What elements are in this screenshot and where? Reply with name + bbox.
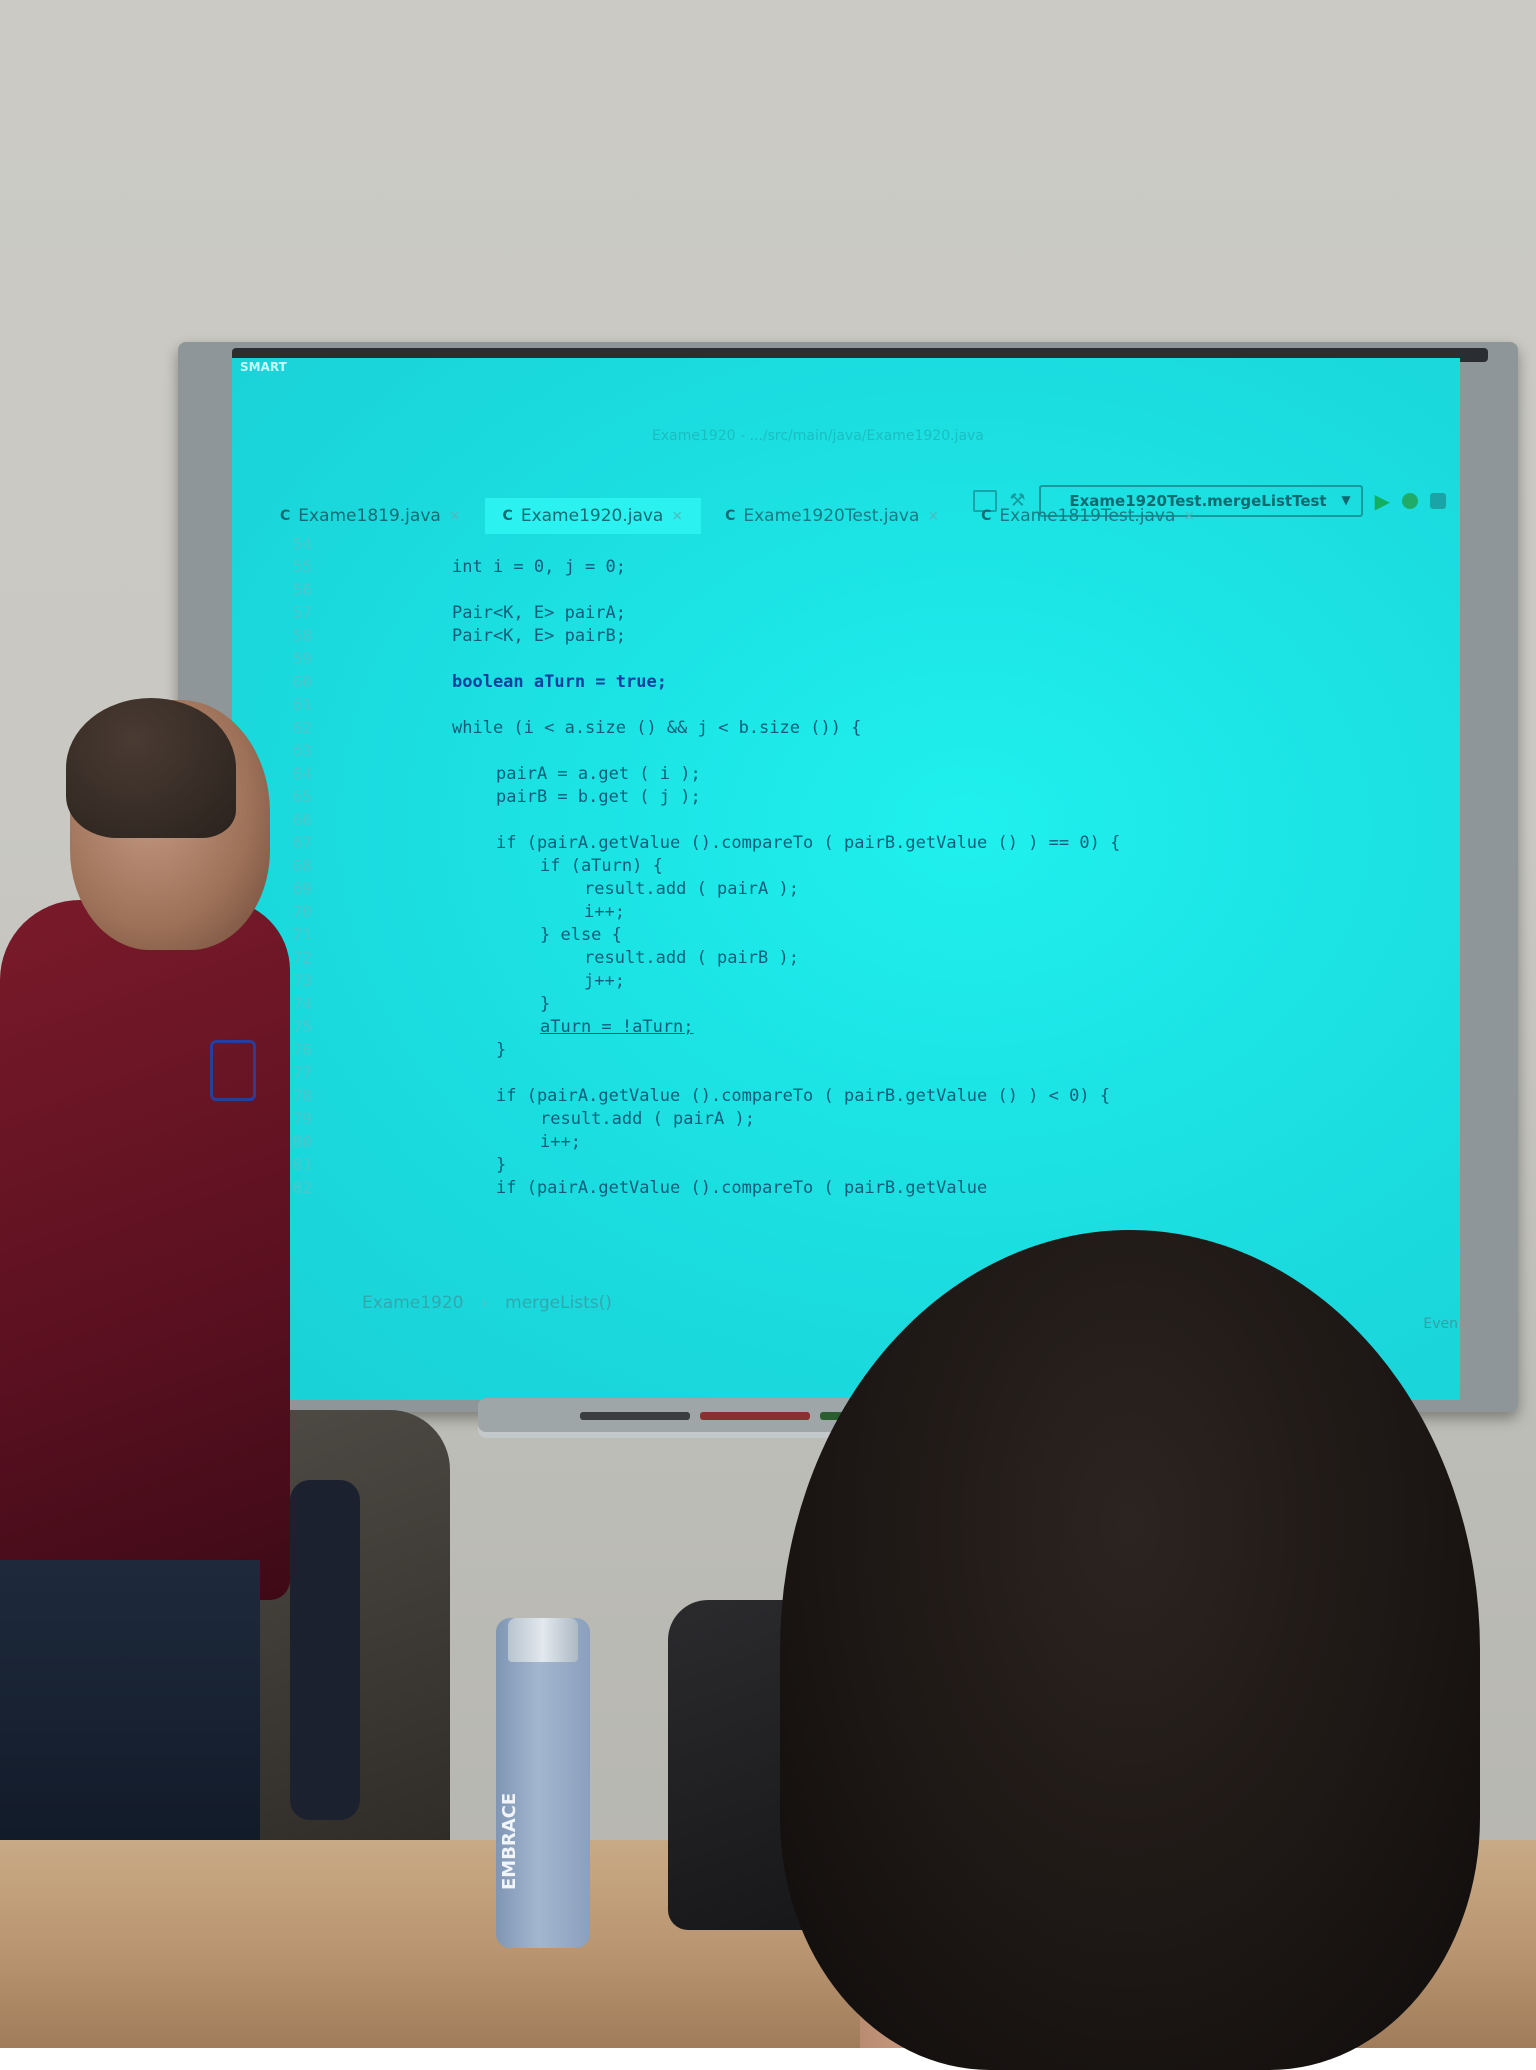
debug-icon[interactable] <box>1402 493 1418 509</box>
breadcrumb: Exame1920 › mergeLists() <box>362 1293 612 1313</box>
class-icon: C <box>280 508 291 524</box>
teacher-sweater <box>0 900 290 1600</box>
event-log-label: Even <box>1423 1316 1458 1332</box>
code-line: Pair<K, E> pairA; <box>452 603 626 623</box>
water-bottle <box>496 1618 590 1948</box>
class-icon: C <box>502 508 513 524</box>
code-line: } <box>496 1040 507 1060</box>
coverage-icon[interactable] <box>1430 493 1446 509</box>
line-number: 55 <box>292 557 312 576</box>
line-number: 60 <box>292 672 312 691</box>
code-line: result.add ( pairB ); <box>584 948 799 968</box>
breadcrumb-method[interactable]: mergeLists() <box>505 1293 612 1313</box>
code-line: result.add ( pairA ); <box>584 879 799 899</box>
line-number: 63 <box>292 741 312 760</box>
chair-back <box>290 1480 360 1820</box>
code-line: } else { <box>540 925 622 945</box>
code-line: boolean aTurn = true; <box>452 672 667 692</box>
code-line: } <box>496 1155 507 1175</box>
line-number: 67 <box>292 833 312 852</box>
code-line: if (pairA.getValue ().compareTo ( pairB.… <box>496 1086 1111 1106</box>
line-number: 54 <box>292 534 312 553</box>
line-number: 65 <box>292 787 312 806</box>
tab-exame1819test[interactable]: C Exame1819Test.java × <box>963 498 1213 534</box>
chevron-down-icon: ▼ <box>1341 493 1351 507</box>
code-line: while (i < a.size () && j < b.size ()) { <box>452 718 862 738</box>
tab-label: Exame1920.java <box>520 506 664 526</box>
whiteboard-brand: SMART <box>240 360 287 374</box>
line-number: 70 <box>292 902 312 921</box>
tab-label: Exame1819.java <box>298 506 441 526</box>
tab-exame1920test[interactable]: C Exame1920Test.java × <box>707 498 957 534</box>
tab-exame1819[interactable]: C Exame1819.java × <box>262 498 479 534</box>
code-editor[interactable]: int i = 0, j = 0; Pair<K, E> pairA; Pair… <box>452 534 1432 1294</box>
close-icon[interactable]: × <box>671 508 683 524</box>
code-line: Pair<K, E> pairB; <box>452 626 626 646</box>
event-log-button[interactable]: Even <box>1423 1316 1458 1332</box>
marker-pen <box>700 1412 810 1420</box>
line-number: 61 <box>292 695 312 714</box>
ide-title: Exame1920 - .../src/main/java/Exame1920.… <box>652 428 984 444</box>
code-line: if (aTurn) { <box>540 856 663 876</box>
line-number: 58 <box>292 626 312 645</box>
close-icon[interactable]: × <box>927 508 939 524</box>
code-line: pairA = a.get ( i ); <box>496 764 701 784</box>
code-line: int i = 0, j = 0; <box>452 557 626 577</box>
breadcrumb-class[interactable]: Exame1920 <box>362 1293 464 1313</box>
line-number: 64 <box>292 764 312 783</box>
bottle-label: EMBRACE <box>499 1792 520 1890</box>
tab-exame1920[interactable]: C Exame1920.java × <box>484 498 702 534</box>
tab-label: Exame1920Test.java <box>743 506 920 526</box>
line-number: 57 <box>292 603 312 622</box>
test-class-icon: C <box>981 508 992 524</box>
code-line: if (pairA.getValue ().compareTo ( pairB.… <box>496 1178 988 1198</box>
bottle-cap <box>508 1618 578 1662</box>
code-line: i++; <box>540 1132 581 1152</box>
code-line: aTurn = !aTurn; <box>540 1017 694 1037</box>
run-icon[interactable]: ▶ <box>1375 489 1390 513</box>
line-number: 56 <box>292 580 312 599</box>
projected-ide-screen: SMART Exame1920 - .../src/main/java/Exam… <box>232 358 1460 1400</box>
code-line: j++; <box>584 971 625 991</box>
code-line: pairB = b.get ( j ); <box>496 787 701 807</box>
chevron-right-icon: › <box>480 1293 488 1313</box>
code-line: result.add ( pairA ); <box>540 1109 755 1129</box>
line-number: 69 <box>292 879 312 898</box>
code-line: i++; <box>584 902 625 922</box>
line-number: 62 <box>292 718 312 737</box>
teacher-hair <box>66 698 236 838</box>
marker-pen <box>580 1412 690 1420</box>
line-number: 59 <box>292 649 312 668</box>
test-class-icon: C <box>725 508 736 524</box>
close-icon[interactable]: × <box>1183 508 1195 524</box>
student-head <box>780 1230 1480 2070</box>
code-line: } <box>540 994 551 1014</box>
tab-label: Exame1819Test.java <box>999 506 1176 526</box>
line-number: 68 <box>292 856 312 875</box>
close-icon[interactable]: × <box>449 508 461 524</box>
line-number: 66 <box>292 810 312 829</box>
code-line: if (pairA.getValue ().compareTo ( pairB.… <box>496 833 1121 853</box>
glasses-icon <box>210 1040 256 1101</box>
editor-tabs: C Exame1819.java × C Exame1920.java × C … <box>262 498 1213 534</box>
